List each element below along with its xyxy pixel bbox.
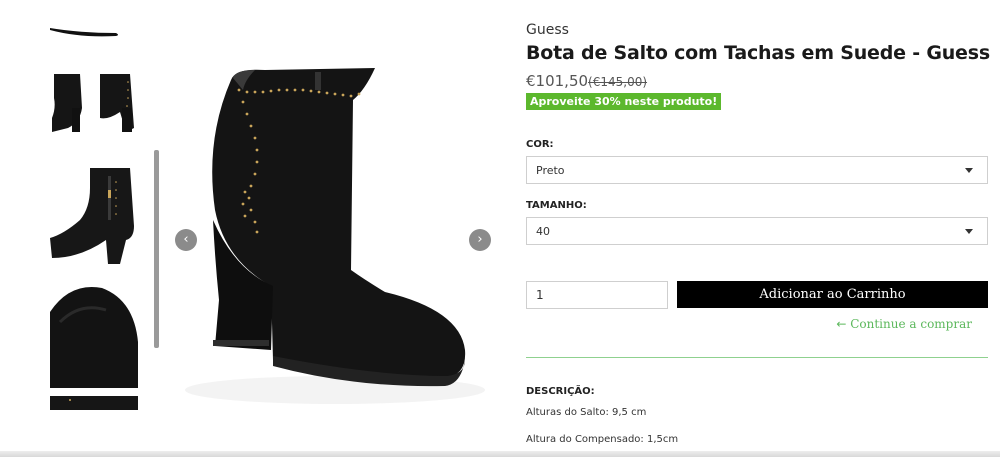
continue-shopping-link[interactable]: ← Continue a comprar (836, 317, 972, 331)
chevron-right-icon: › (477, 232, 483, 247)
boot-image (52, 74, 134, 132)
quantity-input[interactable] (526, 281, 668, 309)
page-bottom-edge (0, 451, 1000, 457)
chevron-left-icon: ‹ (183, 232, 189, 247)
continue-shopping-label: Continue a comprar (850, 317, 972, 331)
gallery-prev-button[interactable]: ‹ (175, 229, 197, 251)
boot-image (50, 396, 138, 410)
size-select-value: 40 (536, 225, 550, 238)
product-main-image (175, 60, 495, 420)
current-price: €101,50 (526, 72, 589, 90)
product-title: Bota de Salto com Tachas em Suede - Gues… (526, 42, 990, 64)
arrow-left-icon: ← (836, 317, 847, 331)
discount-badge: Aproveite 30% neste produto! (526, 93, 722, 110)
thumbnail-2[interactable] (50, 68, 138, 136)
color-select[interactable]: Preto (526, 156, 988, 184)
size-label: TAMANHO: (526, 200, 587, 211)
caret-down-icon (965, 229, 973, 234)
thumbnail-strip (50, 0, 138, 410)
thumbnail-3[interactable] (50, 168, 138, 264)
add-to-cart-button[interactable]: Adicionar ao Carrinho (677, 281, 988, 308)
description-line: Alturas do Salto: 9,5 cm (526, 407, 647, 418)
description-line: Altura do Compensado: 1,5cm (526, 434, 679, 445)
price-row: €101,50(€145,00) (526, 71, 647, 90)
thumbnail-1[interactable] (50, 0, 138, 42)
caret-down-icon (965, 168, 973, 173)
boot-image (50, 28, 118, 37)
boot-image (50, 168, 134, 264)
product-brand[interactable]: Guess (526, 22, 569, 38)
thumbnail-4[interactable] (50, 282, 138, 388)
color-select-value: Preto (536, 164, 565, 177)
color-label: COR: (526, 139, 554, 150)
thumbnail-5[interactable] (50, 396, 138, 410)
size-select[interactable]: 40 (526, 217, 988, 245)
old-price: (€145,00) (588, 75, 648, 89)
thumbnail-scrollbar[interactable] (154, 150, 159, 348)
divider (526, 357, 988, 358)
boot-image (50, 287, 138, 388)
boot-image (185, 68, 485, 404)
gallery-next-button[interactable]: › (469, 229, 491, 251)
description-title: DESCRIÇÃO: (526, 386, 595, 397)
